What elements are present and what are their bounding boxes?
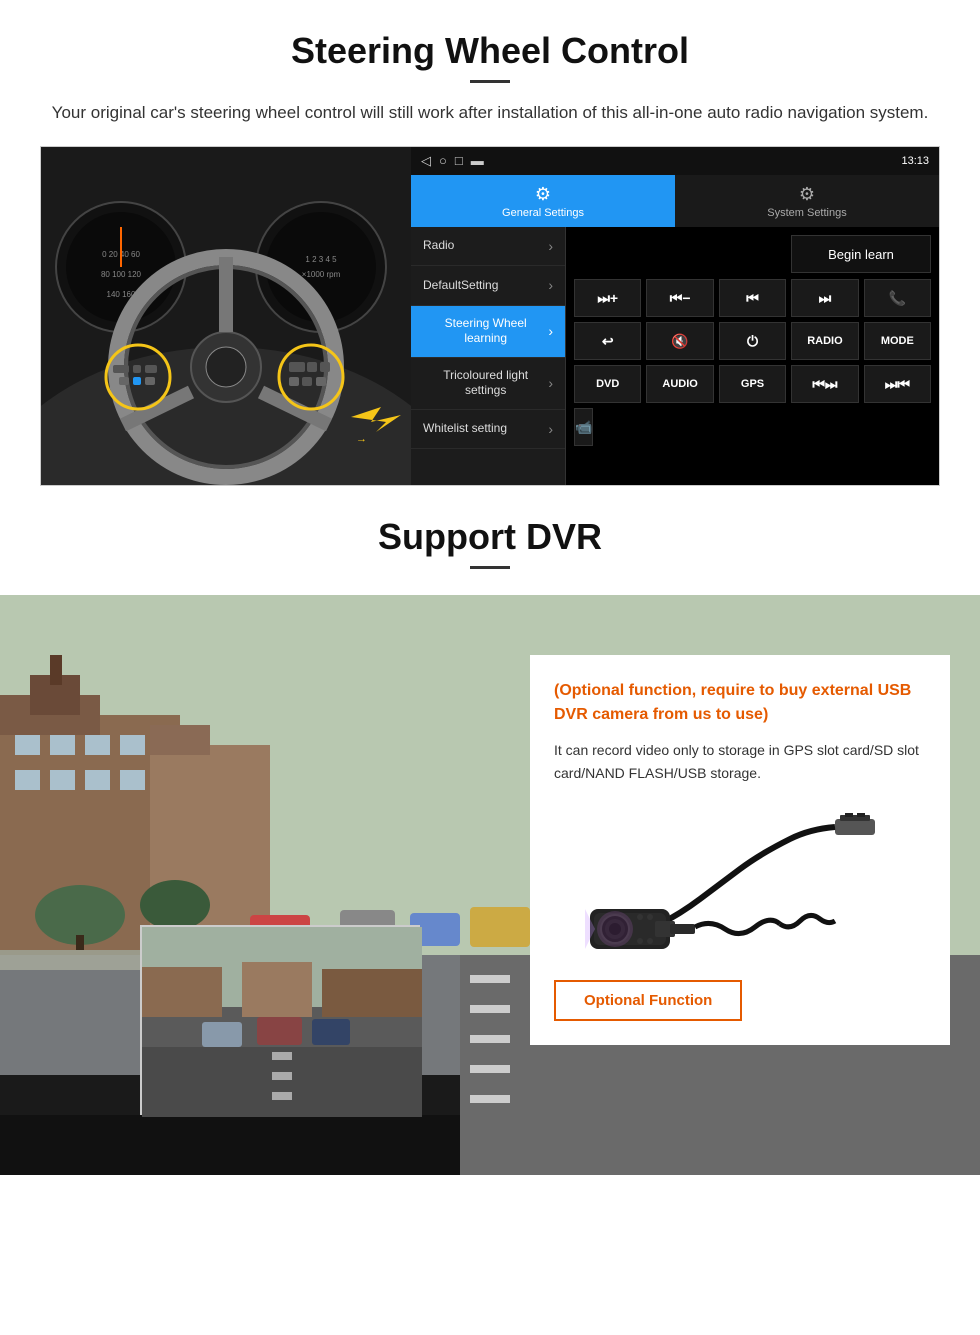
menu-tricoloured-label: Tricoloured light settings [423,368,548,399]
dvr-title-divider [470,566,510,569]
chevron-icon: › [548,237,553,255]
dvr-info-box: (Optional function, require to buy exter… [530,655,950,1045]
thumbnail-scene [142,927,422,1117]
statusbar-time: 13:13 [901,155,929,167]
svg-text:→: → [356,433,367,445]
dvr-bg-overlay: (Optional function, require to buy exter… [0,595,980,1175]
radio-button[interactable]: RADIO [791,322,858,360]
optional-function-button[interactable]: Optional Function [554,980,926,1021]
prev-track-button[interactable]: ⏮ [719,279,786,317]
svg-text:1 2 3 4 5: 1 2 3 4 5 [305,255,337,264]
power-button[interactable]: ⏻ [719,322,786,360]
menu-column: Radio › DefaultSetting › Steering Wheel … [411,227,566,485]
home-icon[interactable]: ○ [439,153,447,169]
begin-learn-button[interactable]: Begin learn [791,235,931,273]
dvr-description: It can record video only to storage in G… [554,739,926,784]
menu-default-label: DefaultSetting [423,278,498,294]
dvr-button[interactable]: 📹 [574,408,593,446]
system-icon: ⚙ [799,184,815,205]
mute-button[interactable]: 🔇 [646,322,713,360]
menu-icon[interactable]: ▬ [471,153,484,169]
steering-subtitle: Your original car's steering wheel contr… [40,99,940,126]
chevron-icon-2: › [548,276,553,294]
steering-title: Steering Wheel Control [40,30,940,72]
tab-system-settings[interactable]: ⚙ System Settings [675,175,939,227]
chevron-icon-4: › [548,374,553,392]
menu-item-radio[interactable]: Radio › [411,227,565,266]
menu-whitelist-label: Whitelist setting [423,421,507,437]
menu-item-default[interactable]: DefaultSetting › [411,266,565,305]
street-background: (Optional function, require to buy exter… [0,595,980,1175]
android-tabs: ⚙ General Settings ⚙ System Settings [411,175,939,227]
android-ui: ◁ ○ □ ▬ 13:13 ⚙ General Settings ⚙ Syste… [411,147,939,485]
title-divider [470,80,510,83]
dvr-camera-image [554,804,926,964]
phone-button[interactable]: 📞 [864,279,931,317]
vol-up-button[interactable]: ⏭+ [574,279,641,317]
next-track-button[interactable]: ⏭ [791,279,858,317]
settings-icon: ⚙ [535,184,551,205]
ctrl-row-3: DVD AUDIO GPS ⏮⏭ ⏭⏮ [574,365,931,403]
steering-photo: 0 20 40 60 80 100 120 140 160 1 2 3 4 5 … [41,147,411,486]
tab-system-label: System Settings [767,207,846,219]
dvr-title-area: Support DVR [0,486,980,595]
chevron-icon-5: › [548,420,553,438]
steering-wheel-image: 0 20 40 60 80 100 120 140 160 1 2 3 4 5 … [41,147,411,486]
recents-icon[interactable]: □ [455,153,463,169]
optional-function-label: Optional Function [554,980,742,1021]
android-statusbar: ◁ ○ □ ▬ 13:13 [411,147,939,175]
control-panel: Begin learn ⏭+ ⏮− ⏮ ⏭ 📞 ↩ [566,227,939,485]
menu-item-steering[interactable]: Steering Wheel learning › [411,306,565,358]
tab-general-label: General Settings [502,207,584,219]
dvd-button[interactable]: DVD [574,365,641,403]
android-content: Radio › DefaultSetting › Steering Wheel … [411,227,939,485]
svg-text:80 100 120: 80 100 120 [101,270,142,279]
ctrl-row-4: 📹 [574,408,931,446]
menu-radio-label: Radio [423,238,454,254]
chevron-icon-3: › [548,322,553,340]
dvr-section: Support DVR [0,486,980,1175]
steering-section: Steering Wheel Control Your original car… [0,0,980,486]
menu-item-whitelist[interactable]: Whitelist setting › [411,410,565,449]
audio-button[interactable]: AUDIO [646,365,713,403]
dvr-thumbnail [140,925,420,1115]
back-icon[interactable]: ◁ [421,153,431,169]
menu-steering-label: Steering Wheel learning [423,316,548,347]
next-mix-button[interactable]: ⏭⏮ [864,365,931,403]
svg-text:×1000 rpm: ×1000 rpm [302,270,341,279]
ctrl-row-1: ⏭+ ⏮− ⏮ ⏭ 📞 [574,279,931,317]
vol-down-button[interactable]: ⏮− [646,279,713,317]
dvr-camera-svg [580,809,900,959]
prev-mix-button[interactable]: ⏮⏭ [791,365,858,403]
dvr-title: Support DVR [0,516,980,558]
begin-learn-row: Begin learn [574,235,931,273]
steering-demo: 0 20 40 60 80 100 120 140 160 1 2 3 4 5 … [40,146,940,486]
hang-up-button[interactable]: ↩ [574,322,641,360]
menu-item-tricoloured[interactable]: Tricoloured light settings › [411,358,565,410]
mode-button[interactable]: MODE [864,322,931,360]
ctrl-row-2: ↩ 🔇 ⏻ RADIO MODE [574,322,931,360]
control-grid: ⏭+ ⏮− ⏮ ⏭ 📞 ↩ 🔇 ⏻ RADIO MODE [574,279,931,446]
dvr-optional-text: (Optional function, require to buy exter… [554,679,926,727]
statusbar-nav: ◁ ○ □ ▬ [421,153,484,169]
tab-general-settings[interactable]: ⚙ General Settings [411,175,675,227]
gps-button[interactable]: GPS [719,365,786,403]
